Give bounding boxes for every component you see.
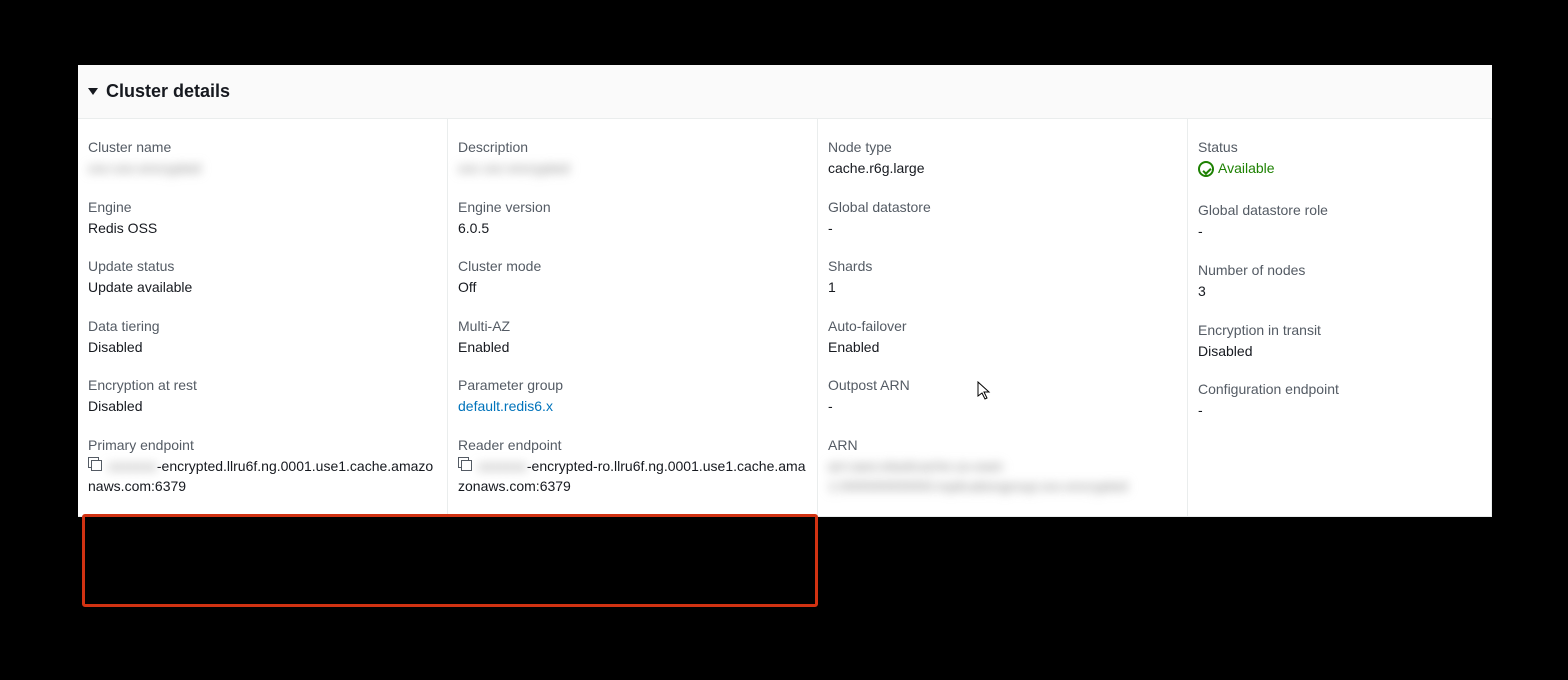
label-encryption-at-rest: Encryption at rest	[88, 377, 437, 393]
label-global-datastore: Global datastore	[828, 199, 1177, 215]
highlight-box	[82, 514, 818, 607]
field-engine-version: Engine version 6.0.5	[458, 199, 807, 239]
field-configuration-endpoint: Configuration endpoint -	[1198, 381, 1481, 421]
value-encryption-in-transit: Disabled	[1198, 342, 1481, 362]
label-update-status: Update status	[88, 258, 437, 274]
value-reader-endpoint: xxxxxxx-encrypted-ro.llru6f.ng.0001.use1…	[458, 457, 807, 496]
field-cluster-mode: Cluster mode Off	[458, 258, 807, 298]
field-shards: Shards 1	[828, 258, 1177, 298]
label-data-tiering: Data tiering	[88, 318, 437, 334]
value-multi-az: Enabled	[458, 338, 807, 358]
label-engine-version: Engine version	[458, 199, 807, 215]
field-parameter-group: Parameter group default.redis6.x	[458, 377, 807, 417]
label-parameter-group: Parameter group	[458, 377, 807, 393]
value-description: xxx xxx encrypted	[458, 159, 807, 179]
value-global-datastore: -	[828, 219, 1177, 239]
details-column-2: Description xxx xxx encrypted Engine ver…	[448, 119, 818, 516]
redacted-prefix: xxxxxxx	[108, 458, 157, 474]
field-encryption-in-transit: Encryption in transit Disabled	[1198, 322, 1481, 362]
field-arn: ARN arn:aws:elasticache:us-east-1:000000…	[828, 437, 1177, 496]
label-cluster-name: Cluster name	[88, 139, 437, 155]
section-title: Cluster details	[106, 81, 230, 102]
label-engine: Engine	[88, 199, 437, 215]
field-multi-az: Multi-AZ Enabled	[458, 318, 807, 358]
copy-icon[interactable]	[88, 457, 102, 471]
details-grid: Cluster name xxx-xxx-encrypted Engine Re…	[78, 119, 1492, 517]
label-outpost-arn: Outpost ARN	[828, 377, 1177, 393]
label-multi-az: Multi-AZ	[458, 318, 807, 334]
section-header: Cluster details	[78, 65, 1492, 119]
value-auto-failover: Enabled	[828, 338, 1177, 358]
cluster-details-panel: Cluster details Cluster name xxx-xxx-enc…	[78, 65, 1492, 517]
value-data-tiering: Disabled	[88, 338, 437, 358]
field-primary-endpoint: Primary endpoint xxxxxxx-encrypted.llru6…	[88, 437, 437, 496]
collapse-caret-icon[interactable]	[88, 88, 98, 95]
value-arn: arn:aws:elasticache:us-east-1:0000000000…	[828, 457, 1177, 496]
field-update-status: Update status Update available	[88, 258, 437, 298]
field-node-type: Node type cache.r6g.large	[828, 139, 1177, 179]
label-reader-endpoint: Reader endpoint	[458, 437, 807, 453]
label-status: Status	[1198, 139, 1481, 155]
field-data-tiering: Data tiering Disabled	[88, 318, 437, 358]
label-global-datastore-role: Global datastore role	[1198, 202, 1481, 218]
label-configuration-endpoint: Configuration endpoint	[1198, 381, 1481, 397]
details-column-3: Node type cache.r6g.large Global datasto…	[818, 119, 1188, 516]
label-auto-failover: Auto-failover	[828, 318, 1177, 334]
value-cluster-name: xxx-xxx-encrypted	[88, 159, 437, 179]
status-badge: Available	[1198, 159, 1275, 179]
field-outpost-arn: Outpost ARN -	[828, 377, 1177, 417]
link-parameter-group[interactable]: default.redis6.x	[458, 398, 553, 414]
label-cluster-mode: Cluster mode	[458, 258, 807, 274]
details-column-4: Status Available Global datastore role -…	[1188, 119, 1492, 516]
field-engine: Engine Redis OSS	[88, 199, 437, 239]
field-description: Description xxx xxx encrypted	[458, 139, 807, 179]
value-outpost-arn: -	[828, 397, 1177, 417]
field-global-datastore: Global datastore -	[828, 199, 1177, 239]
value-configuration-endpoint: -	[1198, 401, 1481, 421]
value-global-datastore-role: -	[1198, 222, 1481, 242]
label-node-type: Node type	[828, 139, 1177, 155]
field-cluster-name: Cluster name xxx-xxx-encrypted	[88, 139, 437, 179]
value-shards: 1	[828, 278, 1177, 298]
label-encryption-in-transit: Encryption in transit	[1198, 322, 1481, 338]
field-encryption-at-rest: Encryption at rest Disabled	[88, 377, 437, 417]
copy-icon[interactable]	[458, 457, 472, 471]
value-primary-endpoint: xxxxxxx-encrypted.llru6f.ng.0001.use1.ca…	[88, 457, 437, 496]
label-arn: ARN	[828, 437, 1177, 453]
field-auto-failover: Auto-failover Enabled	[828, 318, 1177, 358]
field-global-datastore-role: Global datastore role -	[1198, 202, 1481, 242]
label-description: Description	[458, 139, 807, 155]
field-number-of-nodes: Number of nodes 3	[1198, 262, 1481, 302]
label-primary-endpoint: Primary endpoint	[88, 437, 437, 453]
value-cluster-mode: Off	[458, 278, 807, 298]
label-number-of-nodes: Number of nodes	[1198, 262, 1481, 278]
value-encryption-at-rest: Disabled	[88, 397, 437, 417]
field-status: Status Available	[1198, 139, 1481, 182]
field-reader-endpoint: Reader endpoint xxxxxxx-encrypted-ro.llr…	[458, 437, 807, 496]
status-text: Available	[1218, 159, 1275, 179]
label-shards: Shards	[828, 258, 1177, 274]
check-circle-icon	[1198, 161, 1214, 177]
value-node-type: cache.r6g.large	[828, 159, 1177, 179]
value-number-of-nodes: 3	[1198, 282, 1481, 302]
value-update-status: Update available	[88, 278, 437, 298]
details-column-1: Cluster name xxx-xxx-encrypted Engine Re…	[78, 119, 448, 516]
value-engine-version: 6.0.5	[458, 219, 807, 239]
value-engine: Redis OSS	[88, 219, 437, 239]
redacted-prefix: xxxxxxx	[478, 458, 527, 474]
